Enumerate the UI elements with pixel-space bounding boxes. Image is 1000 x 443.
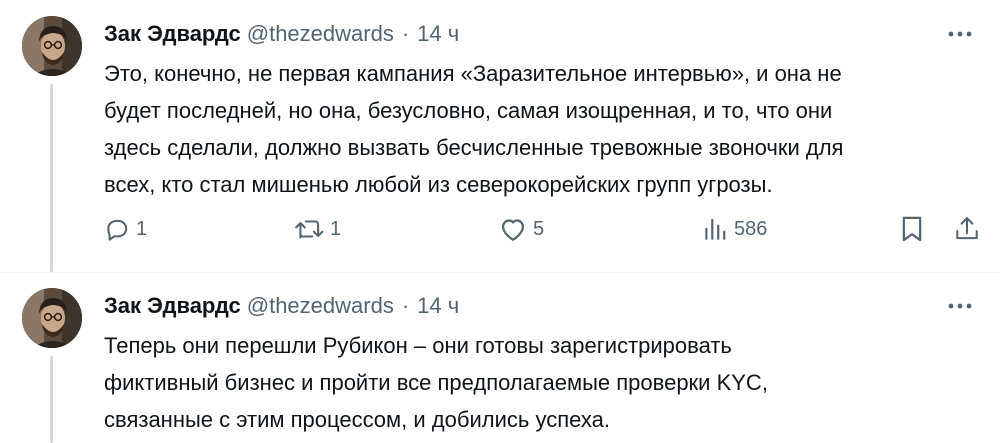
tweet-text: Теперь они перешли Рубикон – они готовы … — [104, 327, 979, 438]
author-name[interactable]: Зак Эдвардс — [104, 21, 241, 47]
thread-line — [50, 84, 53, 272]
more-icon — [948, 303, 972, 309]
avatar-image — [22, 16, 82, 76]
reply-count: 1 — [136, 217, 148, 240]
retweet-button[interactable]: 1 — [294, 213, 341, 245]
retweet-icon — [295, 220, 324, 239]
tweet[interactable]: Зак Эдвардс @thezedwards · 14 ч Теперь о… — [0, 272, 1000, 443]
tweet-header: Зак Эдвардс @thezedwards · 14 ч — [104, 20, 459, 48]
like-icon — [501, 219, 525, 241]
tweet-text-line: фиктивный бизнес и пройти все предполага… — [104, 370, 768, 395]
bookmark-icon — [902, 216, 922, 242]
avatar-image — [22, 288, 82, 348]
share-icon — [956, 217, 978, 240]
thread-line — [50, 356, 53, 443]
reply-icon — [107, 219, 128, 241]
more-icon — [948, 31, 972, 37]
like-button[interactable]: 5 — [499, 213, 544, 245]
avatar[interactable] — [22, 288, 82, 348]
tweet-actions: 1 1 5 586 — [104, 213, 984, 245]
bookmark-button[interactable] — [900, 213, 924, 245]
author-handle[interactable]: @thezedwards — [247, 293, 394, 319]
tweet-text-line: здесь сделали, должно вызвать бесчисленн… — [104, 135, 844, 160]
reply-button[interactable]: 1 — [104, 213, 147, 245]
like-count: 5 — [533, 217, 545, 240]
views-icon — [705, 218, 726, 240]
tweet-text-line: Теперь они перешли Рубикон – они готовы … — [104, 333, 732, 358]
tweet-header: Зак Эдвардс @thezedwards · 14 ч — [104, 292, 459, 320]
share-button[interactable] — [954, 213, 980, 245]
retweet-count: 1 — [330, 217, 342, 240]
tweet-text-line: всех, кто стал мишенью любой из североко… — [104, 172, 773, 197]
tweet-timestamp[interactable]: 14 ч — [417, 293, 459, 319]
tweet-text: Это, конечно, не первая кампания «Зарази… — [104, 55, 979, 203]
avatar[interactable] — [22, 16, 82, 76]
more-button[interactable] — [946, 294, 974, 318]
tweet-text-line: будет последней, но она, безусловно, сам… — [104, 98, 833, 123]
views-button[interactable]: 586 — [702, 213, 767, 245]
tweet-text-line: связанные с этим процессом, и добились у… — [104, 407, 610, 432]
separator-dot: · — [401, 293, 410, 318]
separator-dot: · — [401, 21, 410, 46]
tweet-timestamp[interactable]: 14 ч — [417, 21, 459, 47]
more-button[interactable] — [946, 22, 974, 46]
tweet[interactable]: Зак Эдвардс @thezedwards · 14 ч Это, кон… — [0, 0, 1000, 273]
author-name[interactable]: Зак Эдвардс — [104, 293, 241, 319]
tweet-text-line: Это, конечно, не первая кампания «Зарази… — [104, 61, 842, 86]
views-count: 586 — [734, 217, 768, 240]
author-handle[interactable]: @thezedwards — [247, 21, 394, 47]
